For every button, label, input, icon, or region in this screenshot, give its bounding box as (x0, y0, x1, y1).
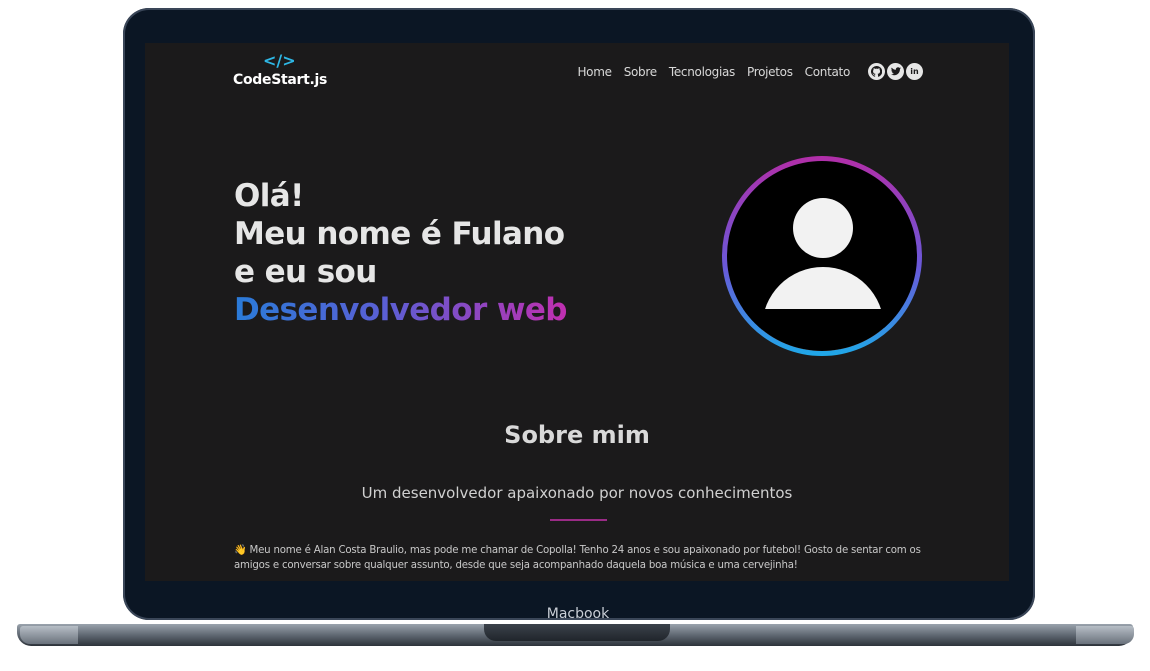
laptop-screen: </> CodeStart.js Home Sobre Tecnologias … (145, 43, 1009, 581)
hero-heading: Olá! Meu nome é Fulano e eu sou Desenvol… (234, 177, 567, 329)
laptop-base-left (20, 626, 78, 644)
nav-projetos[interactable]: Projetos (747, 65, 793, 79)
about-title: Sobre mim (504, 421, 650, 449)
nav-tecnologias[interactable]: Tecnologias (669, 65, 735, 79)
linkedin-icon[interactable]: in (906, 63, 923, 80)
logo-text: CodeStart.js (233, 72, 328, 88)
hero-line-3: e eu sou (234, 254, 377, 290)
hero-highlight: Desenvolvedor web (234, 292, 567, 328)
about-text: 👋 Meu nome é Alan Costa Braulio, mas pod… (234, 545, 921, 571)
hero-line-1: Olá! (234, 178, 304, 214)
laptop-base-right (1076, 626, 1134, 644)
site-logo[interactable]: </> CodeStart.js (233, 51, 329, 89)
nav-contato[interactable]: Contato (805, 65, 851, 79)
code-icon: </> (263, 51, 296, 70)
user-icon (727, 161, 917, 351)
nav-sobre[interactable]: Sobre (624, 65, 657, 79)
social-links: in (866, 63, 923, 80)
laptop-notch (484, 624, 670, 641)
main-nav: Home Sobre Tecnologias Projetos Contato … (565, 63, 923, 80)
device-label: Macbook (546, 606, 610, 622)
hero-line-2: Meu nome é Fulano (234, 216, 565, 252)
avatar (722, 156, 922, 356)
divider (550, 519, 607, 521)
github-icon[interactable] (868, 63, 885, 80)
about-subtitle: Um desenvolvedor apaixonado por novos co… (361, 484, 793, 502)
nav-home[interactable]: Home (577, 65, 612, 79)
twitter-icon[interactable] (887, 63, 904, 80)
